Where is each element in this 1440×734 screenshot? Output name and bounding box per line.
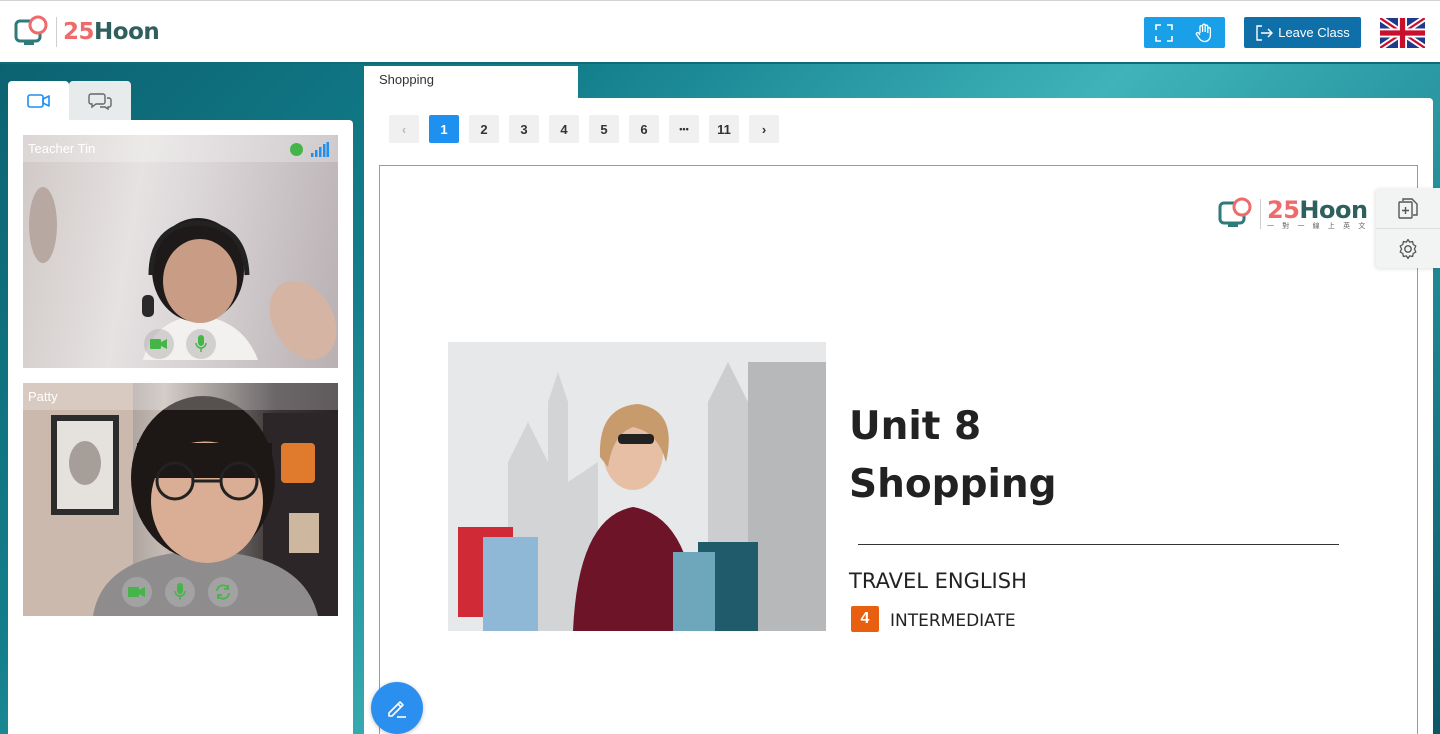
- uk-flag-icon[interactable]: [1380, 18, 1425, 48]
- shopping-woman-image: [448, 342, 826, 631]
- settings-button[interactable]: [1376, 228, 1440, 268]
- view-tools: [1144, 17, 1225, 48]
- slide-logo-divider: [1260, 198, 1261, 229]
- page-4-button[interactable]: 4: [549, 115, 579, 143]
- exit-icon: [1256, 24, 1274, 41]
- teacher-video: Teacher Tin: [23, 135, 338, 368]
- hand-icon: [1195, 23, 1212, 42]
- slide-title-unit: Unit 8: [849, 404, 982, 449]
- app-logo: 25Hoon: [14, 15, 160, 49]
- student-refresh-button[interactable]: [208, 577, 238, 607]
- fullscreen-icon: [1155, 23, 1173, 42]
- lesson-tab[interactable]: Shopping: [364, 66, 578, 98]
- logo-text: 25Hoon: [63, 19, 160, 45]
- page-ellipsis-button[interactable]: •••: [669, 115, 699, 143]
- student-camera-toggle[interactable]: [122, 577, 152, 607]
- slide-logo: 25Hoon 一 對 一 線 上 英 文: [1218, 196, 1368, 231]
- participants-panel: Teacher Tin Patty: [8, 81, 353, 734]
- microphone-icon: [195, 335, 207, 352]
- refresh-icon: [216, 584, 230, 600]
- prev-page-button[interactable]: ‹: [389, 115, 419, 143]
- slide-subtitle: TRAVEL ENGLISH: [849, 569, 1027, 593]
- teacher-video-frame: [29, 187, 337, 360]
- raise-hand-button[interactable]: [1184, 17, 1224, 48]
- slide-logo-word: Hoon: [1299, 196, 1368, 224]
- annotate-button[interactable]: [371, 682, 423, 734]
- pagination: ‹ 1 2 3 4 5 6 ••• 11 ›: [389, 115, 779, 143]
- page-3-button[interactable]: 3: [509, 115, 539, 143]
- slide-logo-tagline: 一 對 一 線 上 英 文: [1267, 222, 1369, 230]
- student-name-label: Patty: [23, 383, 338, 410]
- side-toolbar: [1376, 188, 1440, 268]
- slide-title: Unit 8 Shopping: [849, 398, 1057, 514]
- level-badge: 4: [851, 606, 879, 632]
- panel-tabs: [8, 81, 131, 121]
- leave-class-button[interactable]: Leave Class: [1244, 17, 1361, 48]
- camera-icon: [150, 339, 167, 349]
- shopping-photo: [448, 342, 826, 631]
- student-video: Patty: [23, 383, 338, 616]
- page-1-button[interactable]: 1: [429, 115, 459, 143]
- page-6-button[interactable]: 6: [629, 115, 659, 143]
- top-bar: 25Hoon Leave Class: [0, 0, 1440, 64]
- pencil-icon: [388, 701, 406, 718]
- fullscreen-button[interactable]: [1144, 17, 1184, 48]
- add-document-icon: [1398, 198, 1418, 219]
- logo-number: 25: [63, 19, 95, 45]
- slide-logo-text: 25Hoon 一 對 一 線 上 英 文: [1267, 196, 1368, 231]
- online-status-icon: [290, 143, 303, 156]
- next-page-button[interactable]: ›: [749, 115, 779, 143]
- gear-icon: [1399, 238, 1417, 259]
- microphone-icon: [174, 583, 186, 600]
- logo-mark-icon: [14, 15, 48, 45]
- camera-icon: [128, 587, 145, 597]
- lesson-area: ‹ 1 2 3 4 5 6 ••• 11 › 25Hoon 一 對 一 線 上 …: [364, 98, 1433, 734]
- slide-logo-number: 25: [1267, 196, 1300, 224]
- teacher-mic-toggle[interactable]: [186, 329, 216, 359]
- logo-word: Hoon: [94, 19, 160, 45]
- page-5-button[interactable]: 5: [589, 115, 619, 143]
- lesson-slide: 25Hoon 一 對 一 線 上 英 文 Unit 8 Shopping TRA…: [379, 165, 1418, 734]
- page-11-button[interactable]: 11: [709, 115, 739, 143]
- slide-divider: [858, 544, 1339, 545]
- signal-strength-icon: [311, 142, 329, 157]
- slide-title-topic: Shopping: [849, 462, 1057, 507]
- tab-chat[interactable]: [69, 81, 131, 121]
- teacher-camera-toggle[interactable]: [144, 329, 174, 359]
- level-label: INTERMEDIATE: [890, 611, 1016, 631]
- add-page-button[interactable]: [1376, 188, 1440, 228]
- tab-video[interactable]: [8, 81, 69, 121]
- video-camera-icon: [26, 94, 50, 108]
- page-2-button[interactable]: 2: [469, 115, 499, 143]
- video-list: Teacher Tin Patty: [8, 120, 353, 734]
- leave-class-label: Leave Class: [1278, 25, 1350, 40]
- logo-mark-icon: [1218, 197, 1252, 227]
- student-mic-toggle[interactable]: [165, 577, 195, 607]
- logo-divider: [56, 17, 57, 47]
- chat-icon: [88, 93, 112, 110]
